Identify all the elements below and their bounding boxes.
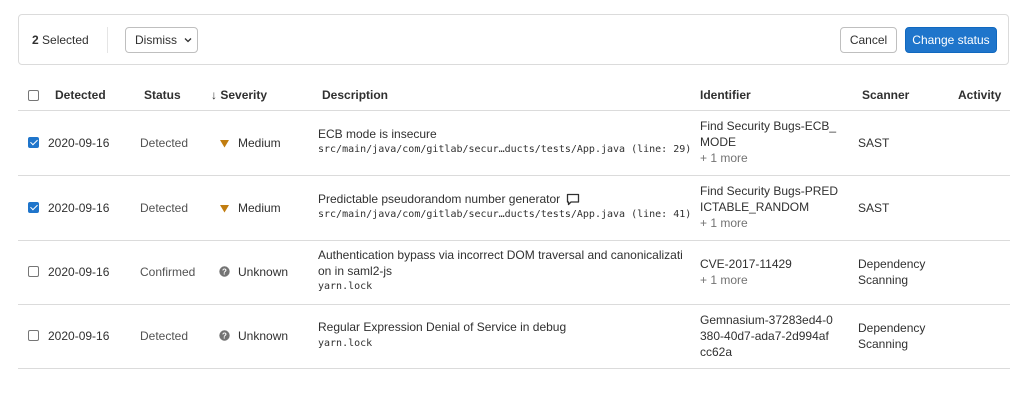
table-row[interactable]: 2020-09-16 Detected Medium ECB mode is i… bbox=[18, 111, 1010, 176]
severity-label: Medium bbox=[238, 136, 281, 150]
identifier: Find Security Bugs-PRED ICTABLE_RANDOM +… bbox=[700, 184, 839, 230]
column-description[interactable]: Description bbox=[322, 88, 388, 102]
row-checkbox[interactable] bbox=[28, 202, 39, 213]
column-detected[interactable]: Detected bbox=[55, 88, 106, 102]
comment-icon[interactable] bbox=[566, 193, 580, 206]
triangle-down-icon bbox=[220, 140, 229, 148]
selected-count: 2 Selected bbox=[32, 33, 89, 47]
triangle-down-icon bbox=[220, 205, 229, 213]
detected-date: 2020-09-16 bbox=[48, 136, 110, 150]
row-checkbox[interactable] bbox=[28, 137, 39, 148]
svg-text:?: ? bbox=[222, 267, 227, 276]
status-text: Detected bbox=[140, 136, 189, 150]
column-status[interactable]: Status bbox=[144, 88, 181, 102]
table-row[interactable]: 2020-09-16 Detected ? Unknown Regular Ex… bbox=[18, 304, 1010, 369]
select-all-checkbox[interactable] bbox=[28, 90, 39, 101]
scanner-name: SAST bbox=[858, 201, 890, 215]
severity-label: Unknown bbox=[238, 329, 289, 343]
column-activity[interactable]: Activity bbox=[958, 88, 1001, 102]
file-location: src/main/java/com/gitlab/secur…ducts/tes… bbox=[318, 144, 692, 155]
cancel-button[interactable]: Cancel bbox=[840, 27, 897, 53]
severity-label: Medium bbox=[238, 201, 281, 215]
identifier: Find Security Bugs-ECB_ MODE + 1 more bbox=[700, 119, 837, 165]
identifier: Gemnasium-37283ed4-0 380-40d7-ada7-2d994… bbox=[700, 313, 833, 359]
scanner-name: Dependency Scanning bbox=[858, 321, 926, 351]
table-row[interactable]: 2020-09-16 Detected Medium Predictable p… bbox=[18, 176, 1010, 241]
divider bbox=[107, 27, 108, 53]
severity-label: Unknown bbox=[238, 265, 289, 279]
chevron-down-icon bbox=[184, 38, 192, 43]
vulnerability-title[interactable]: Regular Expression Denial of Service in … bbox=[318, 320, 566, 334]
change-status-button[interactable]: Change status bbox=[905, 27, 997, 53]
column-identifier[interactable]: Identifier bbox=[700, 88, 751, 102]
more-identifiers: + 1 more bbox=[700, 151, 748, 165]
table-header: Detected Status ↓ Severity Description I… bbox=[18, 78, 1010, 111]
file-location: yarn.lock bbox=[318, 338, 373, 349]
identifier: CVE-2017-11429 + 1 more bbox=[700, 257, 792, 287]
scanner-name: Dependency Scanning bbox=[858, 257, 926, 287]
selection-bar: 2 Selected Dismiss Cancel Change status bbox=[18, 14, 1009, 65]
more-identifiers: + 1 more bbox=[700, 216, 748, 230]
status-text: Detected bbox=[140, 201, 189, 215]
column-scanner[interactable]: Scanner bbox=[862, 88, 909, 102]
vulnerability-title[interactable]: ECB mode is insecure bbox=[318, 127, 437, 141]
status-text: Detected bbox=[140, 329, 189, 343]
row-checkbox[interactable] bbox=[28, 330, 39, 341]
sort-arrow-icon: ↓ bbox=[211, 88, 217, 102]
vulnerability-title[interactable]: Authentication bypass via incorrect DOM … bbox=[318, 247, 683, 279]
vulnerability-title[interactable]: Predictable pseudorandom number generato… bbox=[318, 192, 560, 206]
row-checkbox[interactable] bbox=[28, 266, 39, 277]
table-row[interactable]: 2020-09-16 Confirmed ? Unknown Authentic… bbox=[18, 240, 1010, 305]
file-location: src/main/java/com/gitlab/secur…ducts/tes… bbox=[318, 209, 692, 220]
detected-date: 2020-09-16 bbox=[48, 201, 110, 215]
detected-date: 2020-09-16 bbox=[48, 265, 110, 279]
status-text: Confirmed bbox=[140, 265, 196, 279]
question-circle-icon: ? bbox=[219, 330, 230, 341]
question-circle-icon: ? bbox=[219, 266, 230, 277]
dismiss-label: Dismiss bbox=[135, 33, 177, 47]
scanner-name: SAST bbox=[858, 136, 890, 150]
vulnerability-title-wrap: Predictable pseudorandom number generato… bbox=[318, 192, 580, 206]
file-location: yarn.lock bbox=[318, 281, 373, 292]
svg-text:?: ? bbox=[222, 331, 227, 340]
detected-date: 2020-09-16 bbox=[48, 329, 110, 343]
column-severity[interactable]: ↓ Severity bbox=[211, 88, 267, 102]
more-identifiers: + 1 more bbox=[700, 273, 748, 287]
dismiss-dropdown[interactable]: Dismiss bbox=[125, 27, 198, 53]
